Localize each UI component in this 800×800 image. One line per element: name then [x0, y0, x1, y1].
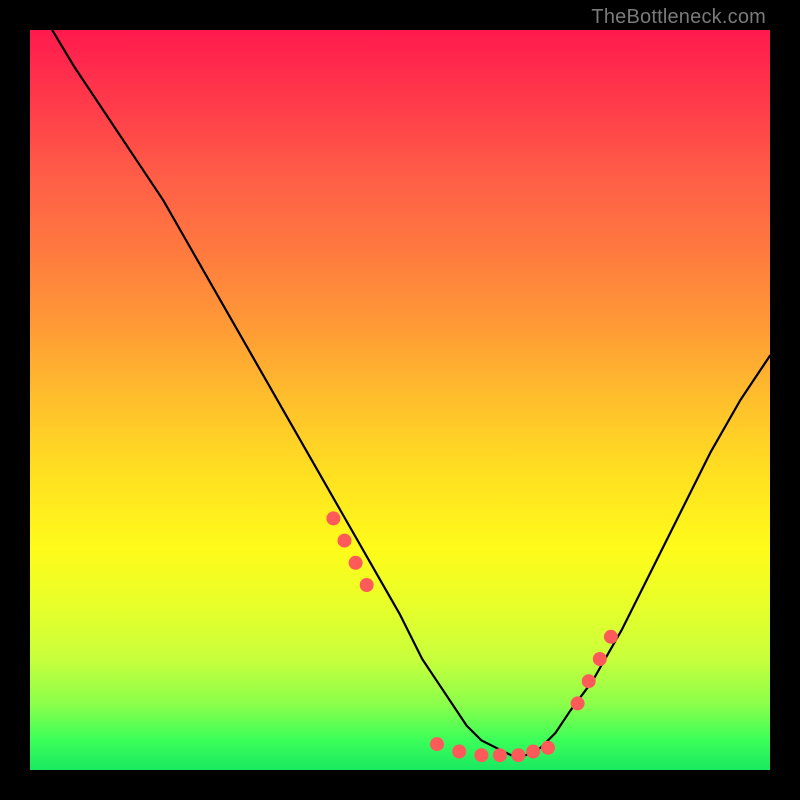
- highlight-dot: [474, 748, 488, 762]
- chart-gradient-background: [30, 30, 770, 770]
- highlight-dot: [360, 578, 374, 592]
- highlight-dot: [511, 748, 525, 762]
- highlight-dot: [571, 696, 585, 710]
- highlight-dots: [326, 511, 618, 762]
- highlight-dot: [349, 556, 363, 570]
- highlight-dot: [526, 745, 540, 759]
- highlight-dot: [541, 741, 555, 755]
- watermark-text: TheBottleneck.com: [591, 6, 766, 29]
- highlight-dot: [593, 652, 607, 666]
- highlight-dot: [326, 511, 340, 525]
- highlight-dot: [452, 745, 466, 759]
- highlight-dot: [430, 737, 444, 751]
- highlight-dot: [493, 748, 507, 762]
- highlight-dot: [338, 534, 352, 548]
- highlight-dot: [604, 630, 618, 644]
- bottleneck-curve: [52, 30, 770, 755]
- highlight-dot: [582, 674, 596, 688]
- chart-svg: [30, 30, 770, 770]
- chart-stage: TheBottleneck.com: [0, 0, 800, 800]
